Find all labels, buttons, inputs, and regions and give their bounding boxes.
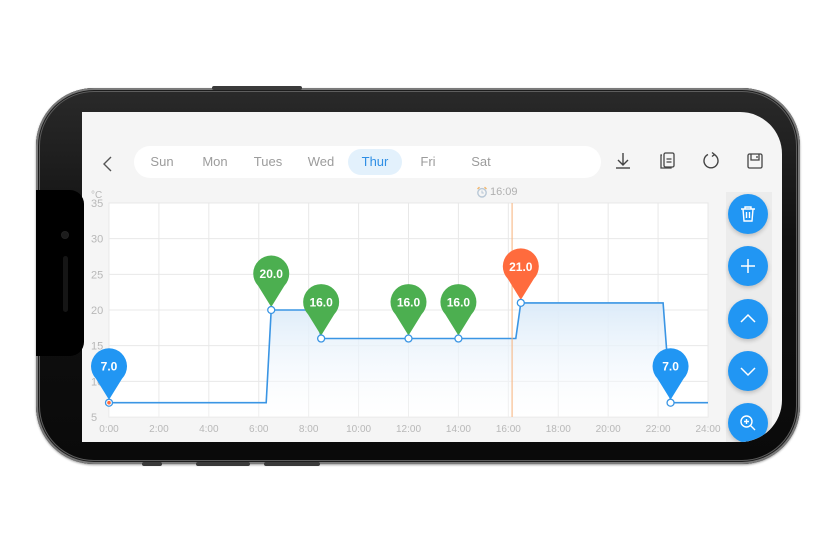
x-tick-label: 2:00 [149, 424, 169, 435]
setpoint-handle [267, 305, 276, 315]
zoom-in-icon [740, 415, 756, 431]
x-tick-label: 14:00 [446, 424, 471, 435]
setpoint-value-label: 16.0 [447, 296, 471, 310]
decrease-temperature-button[interactable] [728, 351, 768, 391]
phone-notch [36, 190, 84, 356]
side-action-column [726, 192, 772, 442]
temperature-schedule-chart[interactable]: 0:00 2:00 4:00 6:00 8:00 10:00 12:00 14:00 16:00… [82, 112, 782, 442]
phone-power-button [212, 86, 302, 90]
x-tick-label: 0:00 [99, 424, 119, 435]
setpoint-value-label: 16.0 [309, 296, 333, 310]
earpiece-speaker [63, 256, 68, 312]
setpoint-value-label: 7.0 [662, 360, 679, 374]
setpoint-handle [454, 334, 463, 343]
y-tick-label: 25 [91, 269, 103, 281]
x-tick-label: 16:00 [496, 424, 521, 435]
phone-volume-down [264, 462, 320, 466]
setpoint-value-label: 20.0 [260, 267, 284, 281]
plus-icon [741, 259, 755, 273]
x-tick-label: 12:00 [396, 424, 421, 435]
setpoint-value-label: 7.0 [101, 360, 118, 374]
phone-mute-switch [142, 462, 162, 466]
front-camera [62, 232, 68, 238]
y-tick-label: 20 [91, 305, 103, 317]
setpoint-value-label: 16.0 [397, 296, 421, 310]
setpoint-handle [404, 334, 413, 343]
setpoint-handle [516, 298, 525, 308]
x-tick-label: 8:00 [299, 424, 319, 435]
x-tick-label: 24:00 [695, 424, 720, 435]
x-tick-label: 4:00 [199, 424, 219, 435]
chevron-up-icon [740, 313, 756, 323]
app-screen: Sun Mon Tues Wed Thur Fri Sat 16:09 0:00… [82, 112, 782, 442]
delete-button[interactable] [728, 194, 768, 234]
setpoint-handle [666, 398, 675, 407]
zoom-in-button[interactable] [728, 403, 768, 442]
y-axis-unit-label: °C [91, 190, 102, 201]
setpoint-handle [316, 334, 326, 343]
trash-icon [741, 206, 755, 222]
y-tick-label: 5 [91, 412, 97, 424]
x-tick-label: 20:00 [596, 424, 621, 435]
phone-volume-up [196, 462, 250, 466]
setpoint-value-label: 21.0 [509, 260, 533, 274]
increase-temperature-button[interactable] [728, 299, 768, 339]
chevron-down-icon [740, 367, 756, 377]
y-tick-label: 30 [91, 234, 103, 246]
x-tick-label: 22:00 [646, 424, 671, 435]
x-tick-label: 10:00 [346, 424, 371, 435]
setpoint-handle-selected-dot [107, 400, 111, 405]
add-setpoint-button[interactable] [728, 246, 768, 286]
x-tick-label: 18:00 [546, 424, 571, 435]
x-tick-label: 6:00 [249, 424, 269, 435]
